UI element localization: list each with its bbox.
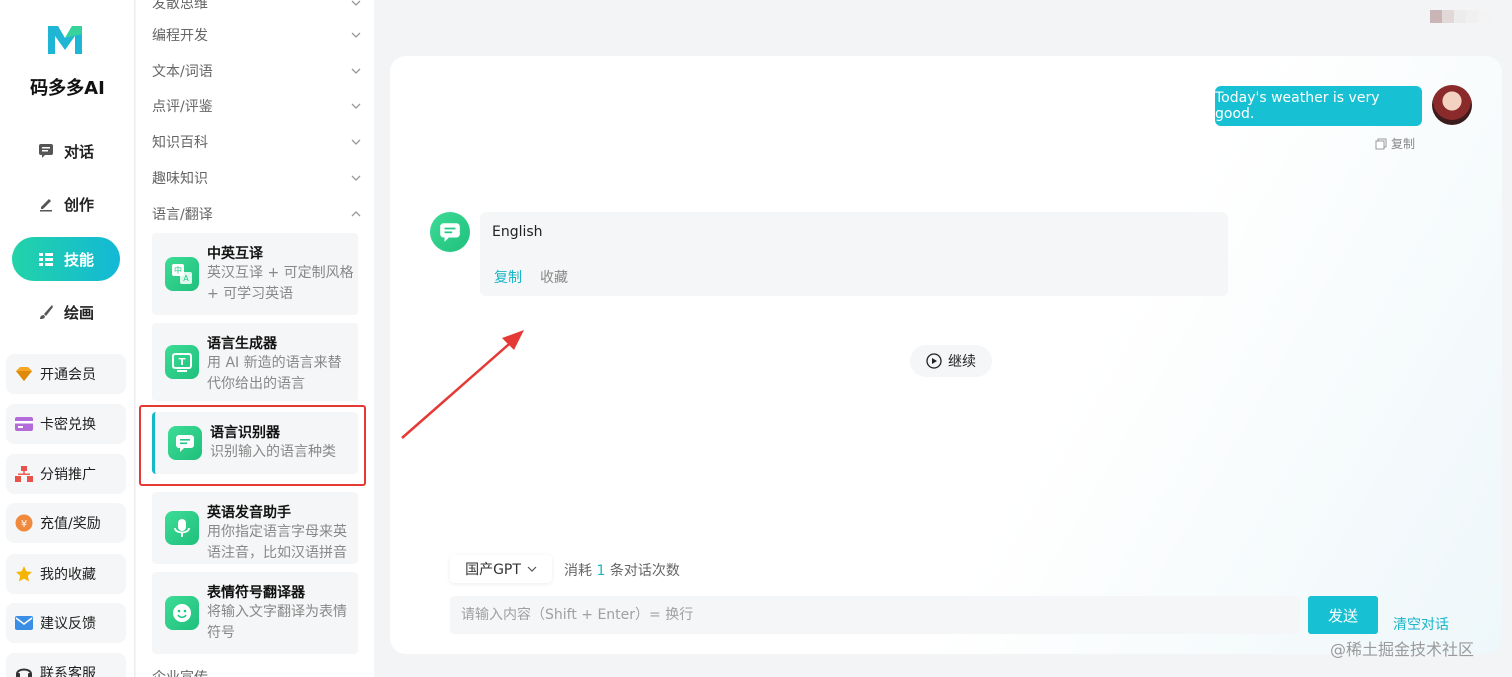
- play-circle-icon: [926, 353, 942, 369]
- account-avatar[interactable]: [1430, 10, 1490, 36]
- nav-item-label: 技能: [63, 250, 94, 269]
- send-button[interactable]: 发送: [1308, 596, 1378, 634]
- favorites-button[interactable]: 我的收藏: [6, 554, 126, 594]
- vip-button[interactable]: 开通会员: [6, 354, 126, 394]
- skill-category-panel: 发散思维 编程开发 文本/词语 点评/评鉴 知识百科 趣味知识 语言/翻译 中A…: [136, 0, 374, 677]
- nav-rail: 码多多AI 对话 创作 技能 绘画 开通会员 卡密兑换 分销推广 ¥ 充值/奖励…: [0, 0, 135, 677]
- bot-message-text: English: [492, 224, 543, 240]
- skill-card[interactable]: T 语言生成器 用 AI 新造的语言来替代你给出的语言: [152, 323, 358, 401]
- chevron-down-icon: [351, 103, 361, 109]
- category-item[interactable]: 知识百科: [152, 131, 362, 153]
- translate-icon: 中A: [165, 257, 199, 291]
- redeem-card-button[interactable]: 卡密兑换: [6, 404, 126, 444]
- svg-text:中: 中: [174, 265, 182, 275]
- coin-icon: ¥: [14, 513, 34, 533]
- skill-card[interactable]: 中A 中英互译 英汉互译 + 可定制风格 + 可学习英语: [152, 233, 358, 315]
- chevron-down-icon: [527, 566, 537, 572]
- bot-copy-button[interactable]: 复制: [494, 267, 522, 287]
- nav-item-label: 创作: [63, 195, 94, 214]
- chat-bubble-icon: [440, 223, 460, 242]
- category-item[interactable]: 文本/词语: [152, 60, 362, 82]
- feedback-button[interactable]: 建议反馈: [6, 603, 126, 643]
- headset-icon: [14, 663, 34, 677]
- star-icon: [14, 564, 34, 584]
- pen-icon: [38, 196, 54, 212]
- brand-name: 码多多AI: [30, 78, 105, 99]
- chevron-down-icon: [351, 175, 361, 181]
- user-message: Today's weather is very good.: [1215, 86, 1422, 126]
- category-item[interactable]: 编程开发: [152, 24, 362, 46]
- contact-service-button[interactable]: 联系客服: [6, 653, 126, 677]
- chat-icon: [38, 143, 54, 159]
- network-icon: [14, 464, 34, 484]
- recharge-button[interactable]: ¥ 充值/奖励: [6, 503, 126, 543]
- chevron-down-icon: [351, 32, 361, 38]
- svg-text:A: A: [183, 274, 189, 283]
- watermark: @稀土掘金技术社区: [1330, 640, 1475, 659]
- bot-favorite-button[interactable]: 收藏: [540, 267, 568, 287]
- nav-item-draw[interactable]: 绘画: [12, 290, 120, 334]
- nav-item-label: 绘画: [63, 303, 94, 322]
- category-item[interactable]: 发散思维: [152, 0, 362, 14]
- svg-text:¥: ¥: [21, 519, 27, 530]
- chevron-down-icon: [351, 139, 361, 145]
- user-avatar: [1432, 85, 1472, 125]
- nav-item-chat[interactable]: 对话: [12, 129, 120, 173]
- nav-item-label: 对话: [63, 142, 94, 161]
- diamond-icon: [14, 364, 34, 384]
- nav-item-skills[interactable]: 技能: [12, 237, 120, 281]
- card-icon: [14, 414, 34, 434]
- chevron-down-icon: [351, 68, 361, 74]
- category-item[interactable]: 语言/翻译: [152, 203, 362, 225]
- chevron-up-icon: [351, 211, 361, 217]
- smiley-icon: [165, 596, 199, 630]
- usage-info: 消耗 1 条对话次数: [564, 563, 680, 579]
- text-tool-icon: T: [165, 345, 199, 379]
- svg-text:T: T: [179, 357, 186, 368]
- continue-button[interactable]: 继续: [910, 345, 992, 377]
- chat-input[interactable]: [450, 596, 1300, 634]
- copy-icon: [1375, 138, 1387, 149]
- chat-bubble-icon: [168, 426, 202, 460]
- category-item[interactable]: 点评/评鉴: [152, 95, 362, 117]
- model-select[interactable]: 国产GPT: [450, 555, 552, 583]
- bot-message: English 复制 收藏: [480, 212, 1228, 296]
- microphone-icon: [165, 511, 199, 545]
- promotion-button[interactable]: 分销推广: [6, 454, 126, 494]
- category-item[interactable]: 企业宣传: [152, 666, 362, 677]
- user-copy-button[interactable]: 复制: [1375, 135, 1415, 152]
- category-item[interactable]: 趣味知识: [152, 167, 362, 189]
- skill-card[interactable]: 英语发音助手 用你指定语言字母来英语注音，比如汉语拼音: [152, 492, 358, 564]
- bot-avatar: [430, 212, 470, 252]
- list-icon: [38, 251, 54, 267]
- brush-icon: [38, 304, 54, 320]
- nav-item-create[interactable]: 创作: [12, 182, 120, 226]
- skill-card[interactable]: 表情符号翻译器 将输入文字翻译为表情符号: [152, 572, 358, 654]
- chevron-down-icon: [351, 0, 361, 6]
- logo-icon: [48, 26, 82, 54]
- skill-card-selected[interactable]: 语言识别器 识别输入的语言种类: [152, 412, 358, 474]
- mail-icon: [14, 613, 34, 633]
- clear-chat-button[interactable]: 清空对话: [1393, 614, 1449, 634]
